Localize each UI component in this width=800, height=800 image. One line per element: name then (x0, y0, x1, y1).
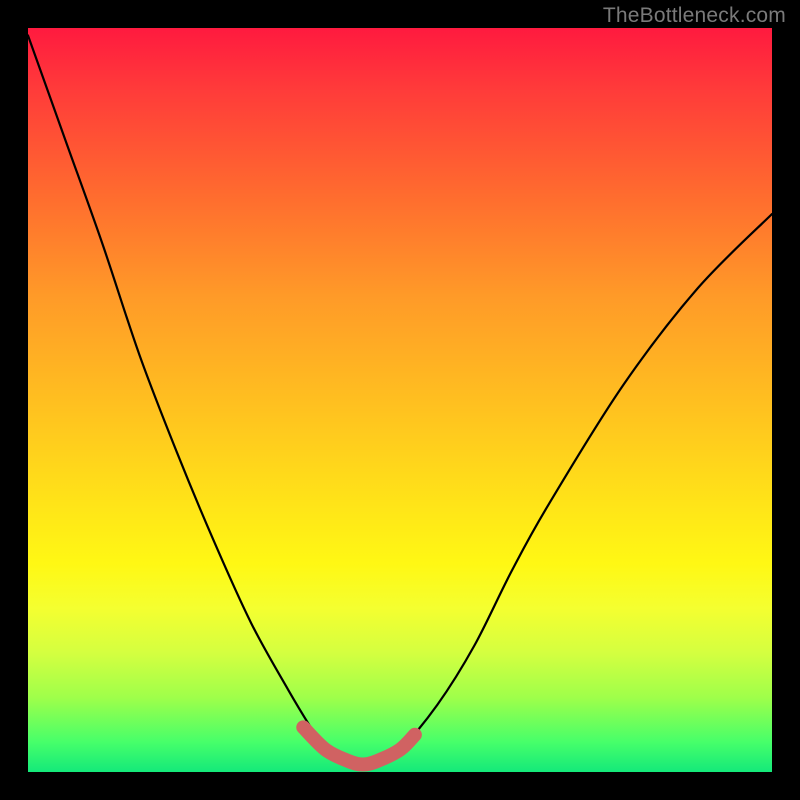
outer-frame: TheBottleneck.com (0, 0, 800, 800)
watermark-text: TheBottleneck.com (603, 4, 786, 28)
curve-layer (28, 28, 772, 772)
optimal-range-highlight (303, 727, 415, 764)
bottleneck-curve (28, 35, 772, 764)
plot-area (28, 28, 772, 772)
